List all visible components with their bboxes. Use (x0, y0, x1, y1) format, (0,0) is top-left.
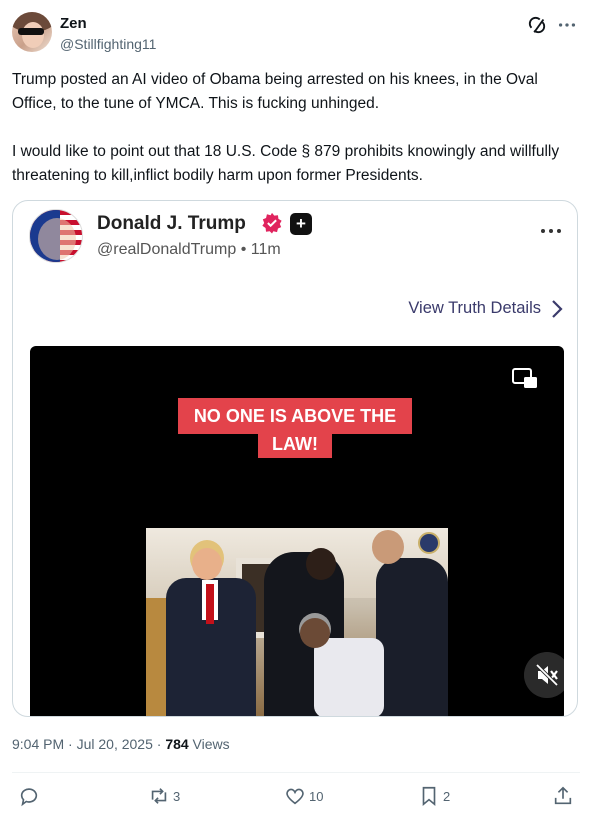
plus-icon: + (290, 213, 312, 235)
repost-icon (151, 788, 167, 804)
picture-in-picture-icon[interactable] (512, 368, 538, 390)
view-truth-details-link[interactable]: View Truth Details (408, 299, 541, 318)
embed-author-name[interactable]: Donald J. Trump (97, 213, 246, 235)
heart-icon (286, 788, 304, 805)
post-header: Zen @Stillfighting11 (12, 12, 580, 56)
grok-icon[interactable] (526, 14, 548, 36)
reply-icon (20, 788, 38, 807)
quoted-truth-card[interactable]: Donald J. Trump + @realDonaldTrump • 11m… (12, 200, 578, 717)
timestamp-text[interactable]: 9:04 PM · Jul 20, 2025 · (12, 736, 165, 752)
embed-handle: @realDonaldTrump • 11m (97, 241, 281, 258)
embed-avatar[interactable] (29, 209, 83, 263)
author-handle[interactable]: @Stillfighting11 (60, 36, 156, 52)
divider (12, 772, 580, 773)
chevron-right-icon[interactable] (549, 297, 565, 321)
views-count: 784 (165, 736, 189, 752)
video-player[interactable]: NO ONE IS ABOVE THE LAW! (30, 346, 564, 716)
more-icon[interactable] (539, 225, 563, 237)
muted-speaker-icon[interactable] (524, 652, 564, 698)
post-timestamp[interactable]: 9:04 PM · Jul 20, 2025 · 784 Views (12, 736, 230, 752)
video-frame (146, 528, 448, 716)
share-button[interactable] (552, 784, 574, 808)
bookmark-icon (422, 786, 436, 807)
share-icon (554, 786, 572, 805)
repost-count: 3 (173, 788, 181, 804)
video-caption-line-1: NO ONE IS ABOVE THE (178, 398, 412, 434)
avatar[interactable] (12, 12, 52, 52)
video-caption-line-2: LAW! (258, 430, 332, 458)
verified-badge-icon (262, 212, 282, 234)
post-text: Trump posted an AI video of Obama being … (12, 71, 560, 184)
author-name[interactable]: Zen (60, 15, 87, 32)
like-count: 10 (309, 788, 324, 804)
repost-button[interactable]: 3 (148, 784, 180, 808)
bookmark-count: 2 (443, 788, 451, 804)
reply-button[interactable] (18, 784, 43, 808)
more-icon[interactable] (556, 14, 578, 36)
views-label: Views (188, 736, 230, 752)
action-bar: 3 10 2 (12, 784, 580, 810)
bookmark-button[interactable]: 2 (418, 784, 450, 808)
like-button[interactable]: 10 (284, 784, 323, 808)
